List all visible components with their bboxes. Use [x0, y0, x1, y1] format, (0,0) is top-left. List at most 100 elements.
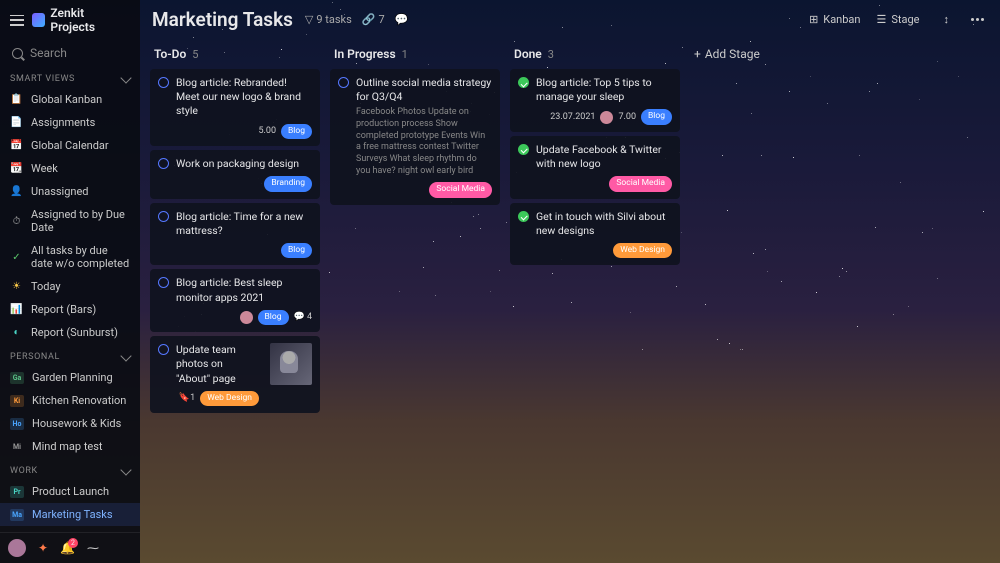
nav-item[interactable]: 📅Global Calendar — [0, 134, 140, 157]
card-title: Outline social media strategy for Q3/Q4 — [356, 76, 492, 104]
tag: Blog — [641, 109, 672, 124]
kanban-column: Done3 Blog article: Top 5 tips to manage … — [510, 41, 680, 265]
nav-item[interactable]: 📄Assignments — [0, 111, 140, 134]
nav-item[interactable]: 📊Report (Bars) — [0, 298, 140, 321]
section-header-work[interactable]: WORK — [0, 458, 140, 480]
done-icon[interactable] — [518, 77, 529, 88]
attachment-count[interactable]: 🔗7 — [362, 13, 385, 26]
tag: Branding — [264, 176, 312, 191]
todo-icon[interactable] — [158, 277, 169, 288]
add-stage-button[interactable]: +Add Stage — [690, 41, 860, 67]
nav-label: Garden Planning — [32, 371, 113, 384]
bottom-bar: ✦ 🔔 2 ⁓ — [0, 532, 140, 563]
card-title: Blog article: Top 5 tips to manage your … — [536, 76, 672, 104]
board-header: Marketing Tasks ▽9 tasks 🔗7 💬 ⊞Kanban☰St… — [140, 0, 1000, 41]
nav-label: Product Launch — [32, 485, 109, 498]
main-area: Marketing Tasks ▽9 tasks 🔗7 💬 ⊞Kanban☰St… — [140, 0, 1000, 563]
nav-item[interactable]: GaGarden Planning — [0, 366, 140, 389]
kanban-column: In Progress1Outline social media strateg… — [330, 41, 500, 205]
nav-item[interactable]: KiKitchen Renovation — [0, 389, 140, 412]
todo-icon[interactable] — [158, 211, 169, 222]
card-title: Blog article: Best sleep monitor apps 20… — [176, 276, 312, 304]
task-card[interactable]: Blog article: Top 5 tips to manage your … — [510, 69, 680, 132]
card-meta: 7.00 — [618, 111, 636, 123]
tag: Web Design — [613, 243, 672, 258]
column-header[interactable]: In Progress1 — [330, 41, 500, 69]
nav-item[interactable]: ◐Report (Sunburst) — [0, 321, 140, 344]
card-title: Blog article: Rebranded! Meet our new lo… — [176, 76, 312, 119]
nav-item[interactable]: ☀Today — [0, 275, 140, 298]
task-card[interactable]: Blog article: Best sleep monitor apps 20… — [150, 269, 320, 332]
column-header[interactable]: Done3 — [510, 41, 680, 69]
nav-item[interactable]: MaMarketing Tasks — [0, 503, 140, 526]
nav-item[interactable]: 📆Week — [0, 157, 140, 180]
nav-label: Today — [31, 280, 61, 293]
task-card[interactable]: Get in touch with Silvi about new design… — [510, 203, 680, 266]
card-title: Work on packaging design — [176, 157, 312, 171]
task-card[interactable]: Blog article: Rebranded! Meet our new lo… — [150, 69, 320, 146]
card-thumbnail — [270, 343, 312, 385]
tag: Web Design — [200, 391, 259, 406]
tag: Blog — [258, 310, 289, 325]
sort-button[interactable]: ↕ — [938, 10, 956, 29]
nav-label: Unassigned — [31, 185, 89, 198]
card-description: Facebook Photos Update on production pro… — [356, 107, 492, 177]
task-card[interactable]: Update Facebook & Twitter with new logoS… — [510, 136, 680, 199]
todo-icon[interactable] — [158, 344, 169, 355]
done-icon[interactable] — [518, 211, 529, 222]
app-logo[interactable]: Zenkit Projects — [32, 6, 130, 34]
nav-item[interactable]: ⏱Assigned to by Due Date — [0, 203, 140, 239]
todo-icon[interactable] — [158, 77, 169, 88]
task-count[interactable]: ▽9 tasks — [305, 13, 352, 26]
column-header[interactable]: To-Do5 — [150, 41, 320, 69]
nav-label: All tasks by due date w/o completed — [31, 244, 130, 270]
todo-icon[interactable] — [338, 77, 349, 88]
nav-item[interactable]: PrProduct Launch — [0, 480, 140, 503]
menu-toggle[interactable] — [10, 15, 24, 26]
task-card[interactable]: Work on packaging design Branding — [150, 150, 320, 199]
kanban-column: To-Do5 Blog article: Rebranded! Meet our … — [150, 41, 320, 413]
section-header-smart[interactable]: SMART VIEWS — [0, 66, 140, 88]
nav-label: Marketing Tasks — [32, 508, 113, 521]
nav-label: Global Calendar — [31, 139, 109, 152]
nav-label: Housework & Kids — [32, 417, 121, 430]
card-title: Update team photos on "About" page — [176, 343, 259, 386]
notification-badge: 2 — [68, 538, 78, 548]
task-card[interactable]: Outline social media strategy for Q3/Q4 F… — [330, 69, 500, 205]
card-title: Update Facebook & Twitter with new logo — [536, 143, 672, 171]
activity-icon[interactable]: ⁓ — [87, 541, 99, 555]
notifications-icon[interactable]: 🔔 2 — [60, 541, 75, 555]
task-card[interactable]: Blog article: Time for a new mattress?Bl… — [150, 203, 320, 266]
nav-label: Report (Bars) — [31, 303, 96, 316]
nav-item[interactable]: 👤Unassigned — [0, 180, 140, 203]
search-box[interactable]: Search — [0, 40, 140, 66]
comments-icon[interactable]: 💬 — [395, 13, 409, 26]
done-icon[interactable] — [518, 144, 529, 155]
card-meta: 🔖1 — [179, 392, 195, 404]
logo-icon — [32, 13, 46, 27]
card-title: Get in touch with Silvi about new design… — [536, 210, 672, 238]
view-button[interactable]: ☰Stage — [871, 10, 926, 29]
nav-item[interactable]: HoHousework & Kids — [0, 412, 140, 435]
nav-label: Kitchen Renovation — [32, 394, 126, 407]
nav-label: Report (Sunburst) — [31, 326, 118, 339]
tag: Blog — [281, 124, 312, 139]
section-header-personal[interactable]: PERSONAL — [0, 344, 140, 366]
card-title: Blog article: Time for a new mattress? — [176, 210, 312, 238]
assignee-avatar — [240, 311, 253, 324]
more-menu[interactable] — [967, 14, 988, 25]
nav-item[interactable]: 📋Global Kanban — [0, 88, 140, 111]
card-meta: 💬 4 — [294, 311, 313, 323]
apps-icon[interactable]: ✦ — [38, 541, 48, 555]
app-name: Zenkit Projects — [50, 6, 130, 34]
assignee-avatar — [600, 111, 613, 124]
nav-item[interactable]: MiMind map test — [0, 435, 140, 458]
nav-label: Assigned to by Due Date — [31, 208, 130, 234]
nav-label: Global Kanban — [31, 93, 102, 106]
todo-icon[interactable] — [158, 158, 169, 169]
nav-item[interactable]: ✓All tasks by due date w/o completed — [0, 239, 140, 275]
view-button[interactable]: ⊞Kanban — [803, 10, 866, 29]
task-card[interactable]: Update team photos on "About" page 🔖1 Web … — [150, 336, 320, 413]
nav-label: Mind map test — [32, 440, 103, 453]
user-avatar[interactable] — [8, 539, 26, 557]
